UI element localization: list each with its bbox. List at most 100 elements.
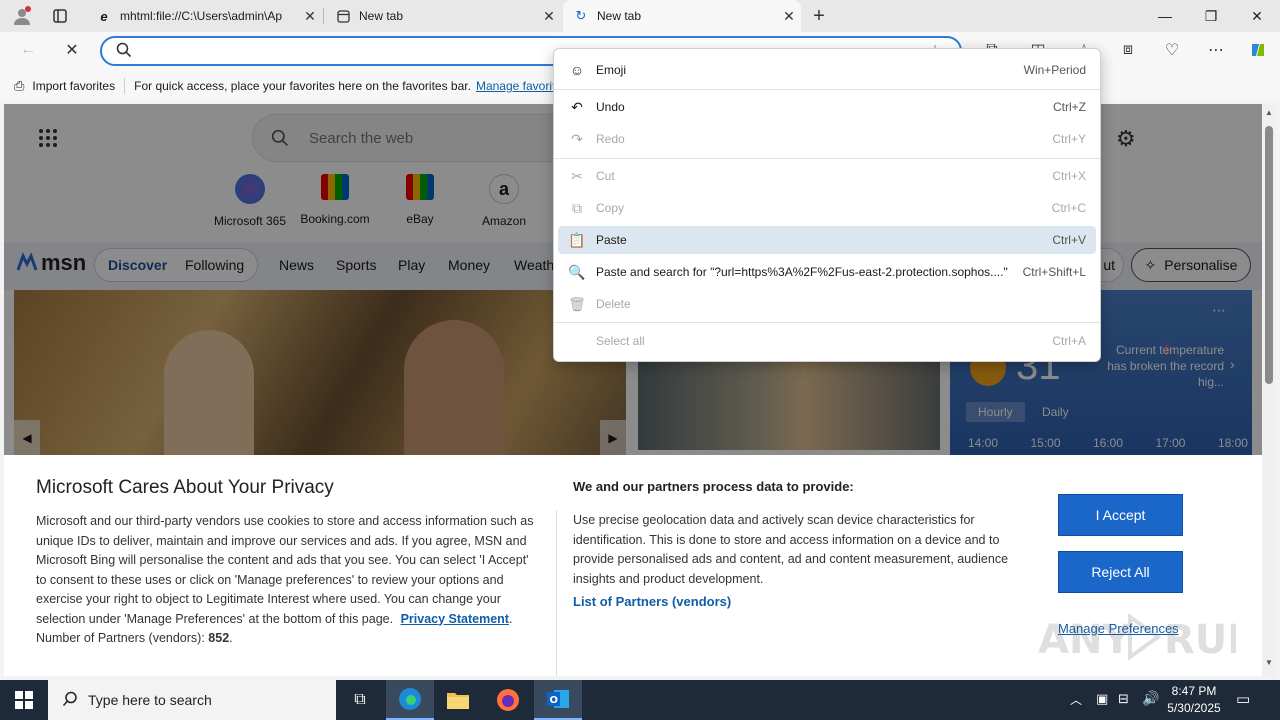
import-favorites-icon[interactable]: ⎙ [14,78,24,94]
tab-new-tab-1[interactable]: New tab ✕ [325,0,561,32]
partners-list-link[interactable]: List of Partners (vendors) [573,594,731,609]
menu-item-delete[interactable]: 🗑 Delete [558,290,1096,318]
hero-image-couple[interactable]: ◀ ▶ [14,290,626,460]
undo-icon: ↶ [571,98,583,115]
redo-icon: ↷ [571,130,583,147]
tray-device-icon[interactable]: ▣ [1096,691,1108,707]
emoji-icon: ☺ [569,62,585,78]
close-tab-icon[interactable]: ✕ [777,8,801,25]
menu-item-cut[interactable]: ✂ Cut Ctrl+X [558,162,1096,190]
task-view-icon[interactable]: ⧉ [336,680,384,720]
copilot-icon[interactable] [1242,34,1274,66]
quick-link[interactable]: Booking.com [295,174,375,226]
title-bar: e mhtml:file://C:\Users\admin\Ap ✕ New t… [0,0,1280,32]
tab-daily[interactable]: Daily [1042,405,1069,419]
volume-icon[interactable]: 🔊 [1142,690,1159,707]
tab-discover[interactable]: Discover [108,257,167,273]
tab-mhtml[interactable]: e mhtml:file://C:\Users\admin\Ap ✕ [86,0,322,32]
back-icon[interactable]: ← [12,34,44,66]
close-tab-icon[interactable]: ✕ [537,8,561,25]
reject-all-button[interactable]: Reject All [1058,551,1183,593]
file-explorer-icon[interactable] [434,680,482,720]
quick-link[interactable]: Microsoft 365 [210,174,290,228]
browser-essentials-icon[interactable]: ♡ [1156,34,1188,66]
privacy-statement-link[interactable]: Privacy Statement [401,612,509,626]
tab-actions-icon[interactable] [48,4,72,28]
page-settings-icon[interactable]: ⚙ [1116,126,1136,152]
search-icon [116,42,132,62]
menu-item-redo[interactable]: ↷ Redo Ctrl+Y [558,125,1096,153]
menu-item-paste[interactable]: 📋 Paste Ctrl+V [558,226,1096,254]
copy-icon: ⧉ [572,199,582,216]
apps-launcher-icon[interactable] [38,128,58,148]
favorites-hint: For quick access, place your favorites h… [134,79,471,93]
accept-button[interactable]: I Accept [1058,494,1183,536]
svg-text:O: O [550,695,559,706]
outlook-icon[interactable]: O [534,680,582,720]
close-window-button[interactable]: ✕ [1234,0,1280,32]
menu-item-emoji[interactable]: ☺ Emoji Win+Period [558,56,1096,84]
hero-image-period[interactable] [638,360,940,450]
menu-item-shortcut: Ctrl+V [1052,233,1086,247]
svg-text:RUN: RUN [1164,617,1236,663]
menu-item-select-all[interactable]: Select all Ctrl+A [558,327,1096,355]
close-tab-icon[interactable]: ✕ [298,8,322,25]
menu-item-label: Emoji [596,63,627,77]
web-search-box[interactable]: Search the web [252,114,572,162]
scroll-up-icon[interactable]: ▲ [1265,108,1273,117]
menu-item-undo[interactable]: ↶ Undo Ctrl+Z [558,93,1096,121]
ebay-icon [406,174,434,200]
tab-hourly[interactable]: Hourly [966,402,1025,422]
menu-item-copy[interactable]: ⧉ Copy Ctrl+C [558,194,1096,222]
collections-icon[interactable]: ⧈ [1112,34,1144,66]
personalise-button[interactable]: ✧ Personalise [1131,248,1251,282]
new-tab-button[interactable]: + [806,4,832,28]
tab-play[interactable]: Play [398,257,425,273]
tab-following[interactable]: Following [185,257,244,273]
loading-spinner-icon: ↻ [575,8,587,23]
tab-news[interactable]: News [279,257,314,273]
import-favorites-button[interactable]: Import favorites [32,79,115,93]
tab-new-tab-active[interactable]: ↻ New tab ✕ [563,0,801,32]
tab-money[interactable]: Money [448,257,490,273]
menu-item-shortcut: Ctrl+Y [1052,132,1086,146]
notifications-icon[interactable]: ▭ [1236,690,1250,708]
weather-next-icon[interactable]: › [1230,356,1235,372]
clock-date: 5/30/2025 [1167,701,1221,715]
stop-loading-icon[interactable]: ✕ [56,34,88,66]
edge-taskbar-icon[interactable] [386,680,434,720]
edge-page-icon: e [100,8,108,24]
personalise-label: Personalise [1164,257,1238,273]
settings-more-icon[interactable]: ⋯ [1200,34,1232,66]
weather-hours: 14:00 15:00 16:00 17:00 18:00 [968,436,1248,450]
carousel-next-icon[interactable]: ▶ [600,420,626,456]
tab-title: New tab [359,9,404,23]
hour-label: 16:00 [1092,436,1123,450]
quick-link[interactable]: eBay [380,174,460,226]
clock[interactable]: 8:47 PM 5/30/2025 [1164,683,1224,717]
scroll-thumb[interactable] [1265,126,1273,384]
menu-item-paste-and-search[interactable]: 🔍 Paste and search for "?url=https%3A%2F… [558,258,1096,286]
network-icon[interactable]: ⊟ [1118,691,1129,707]
maximize-button[interactable]: ❐ [1188,0,1234,32]
page-scrollbar[interactable]: ▲ ▼ [1262,104,1276,676]
menu-item-label: Cut [596,169,615,183]
quick-link-label: Booking.com [300,212,370,226]
tab-weather[interactable]: Weath [514,257,554,273]
profile-icon[interactable] [8,4,36,28]
firefox-icon[interactable] [484,680,532,720]
manage-favorites-link[interactable]: Manage favorit [476,79,555,93]
cut-icon: ✂ [571,167,583,184]
quick-link-label: Amazon [481,214,527,228]
tray-chevron-icon[interactable]: ︿ [1070,691,1082,708]
scroll-down-icon[interactable]: ▼ [1265,658,1273,667]
msn-logo[interactable]: msn [16,250,86,276]
weather-more-icon[interactable]: ⋯ [1212,302,1226,319]
carousel-prev-icon[interactable]: ◀ [14,420,40,456]
menu-item-shortcut: Ctrl+C [1051,201,1086,215]
taskbar-search[interactable]: Type here to search [48,680,336,720]
minimize-button[interactable]: — [1142,0,1188,32]
quick-link[interactable]: a Amazon [464,174,544,228]
tab-sports[interactable]: Sports [336,257,376,273]
start-button[interactable] [0,680,48,720]
